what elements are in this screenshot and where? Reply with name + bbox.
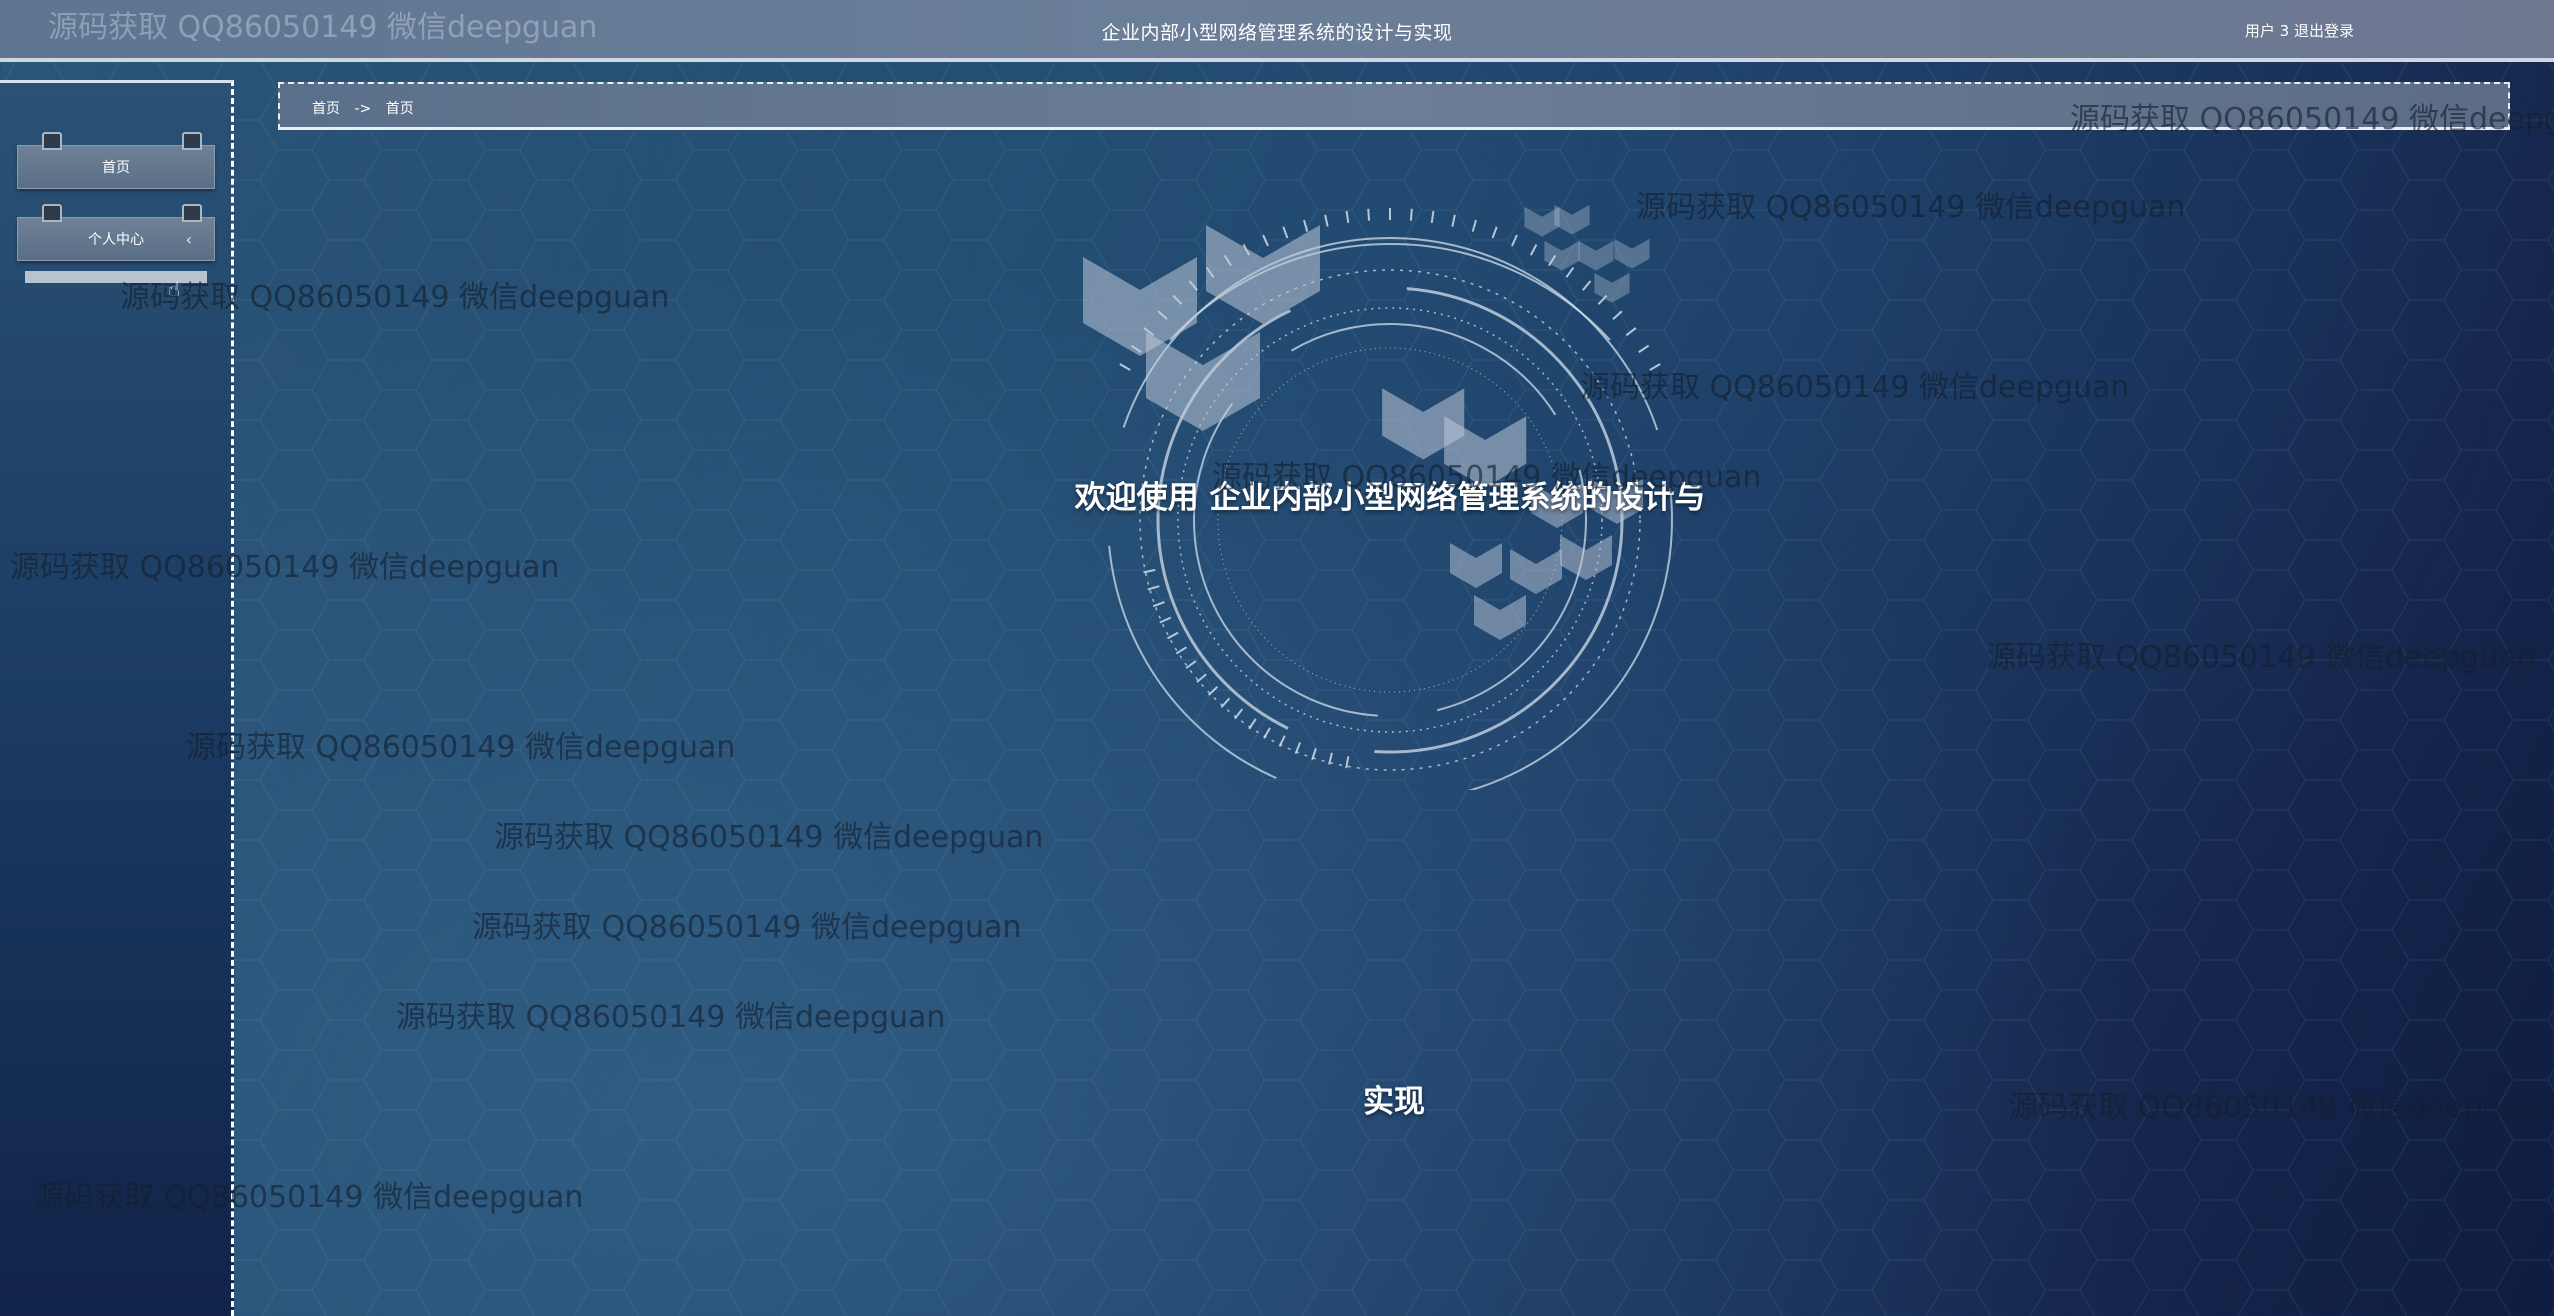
sidebar-item-personal-center[interactable]: 个人中心 ‹ — [17, 204, 215, 262]
sidebar-item-home[interactable]: 首页 — [17, 132, 215, 189]
hand-pointer-icon: ☝ — [168, 277, 181, 301]
binder-clip-icon — [42, 204, 62, 222]
breadcrumb: 首页 -> 首页 — [278, 82, 2510, 130]
sidebar: 首页 个人中心 ‹ ☝ — [0, 80, 234, 1316]
welcome-title: 欢迎使用 企业内部小型网络管理系统的设计与 — [1074, 480, 1706, 516]
binder-clip-icon — [42, 132, 62, 150]
user-area: 用户 3 退出登录 — [2245, 20, 2354, 41]
welcome-title-continued: 实现 — [1363, 1084, 1425, 1120]
breadcrumb-home[interactable]: 首页 — [312, 101, 340, 117]
user-label[interactable]: 用户 3 — [2245, 22, 2289, 40]
top-bar: 企业内部小型网络管理系统的设计与实现 用户 3 退出登录 — [0, 0, 2554, 62]
breadcrumb-current: 首页 — [385, 101, 414, 117]
app-title: 企业内部小型网络管理系统的设计与实现 — [1101, 22, 1453, 44]
sidebar-item-label: 首页 — [102, 160, 130, 176]
breadcrumb-separator: -> — [354, 101, 372, 117]
sidebar-item-label: 个人中心 — [88, 232, 144, 248]
binder-clip-icon — [182, 132, 202, 150]
chevron-left-icon[interactable]: ‹ — [186, 218, 192, 262]
logout-link[interactable]: 退出登录 — [2294, 22, 2354, 40]
